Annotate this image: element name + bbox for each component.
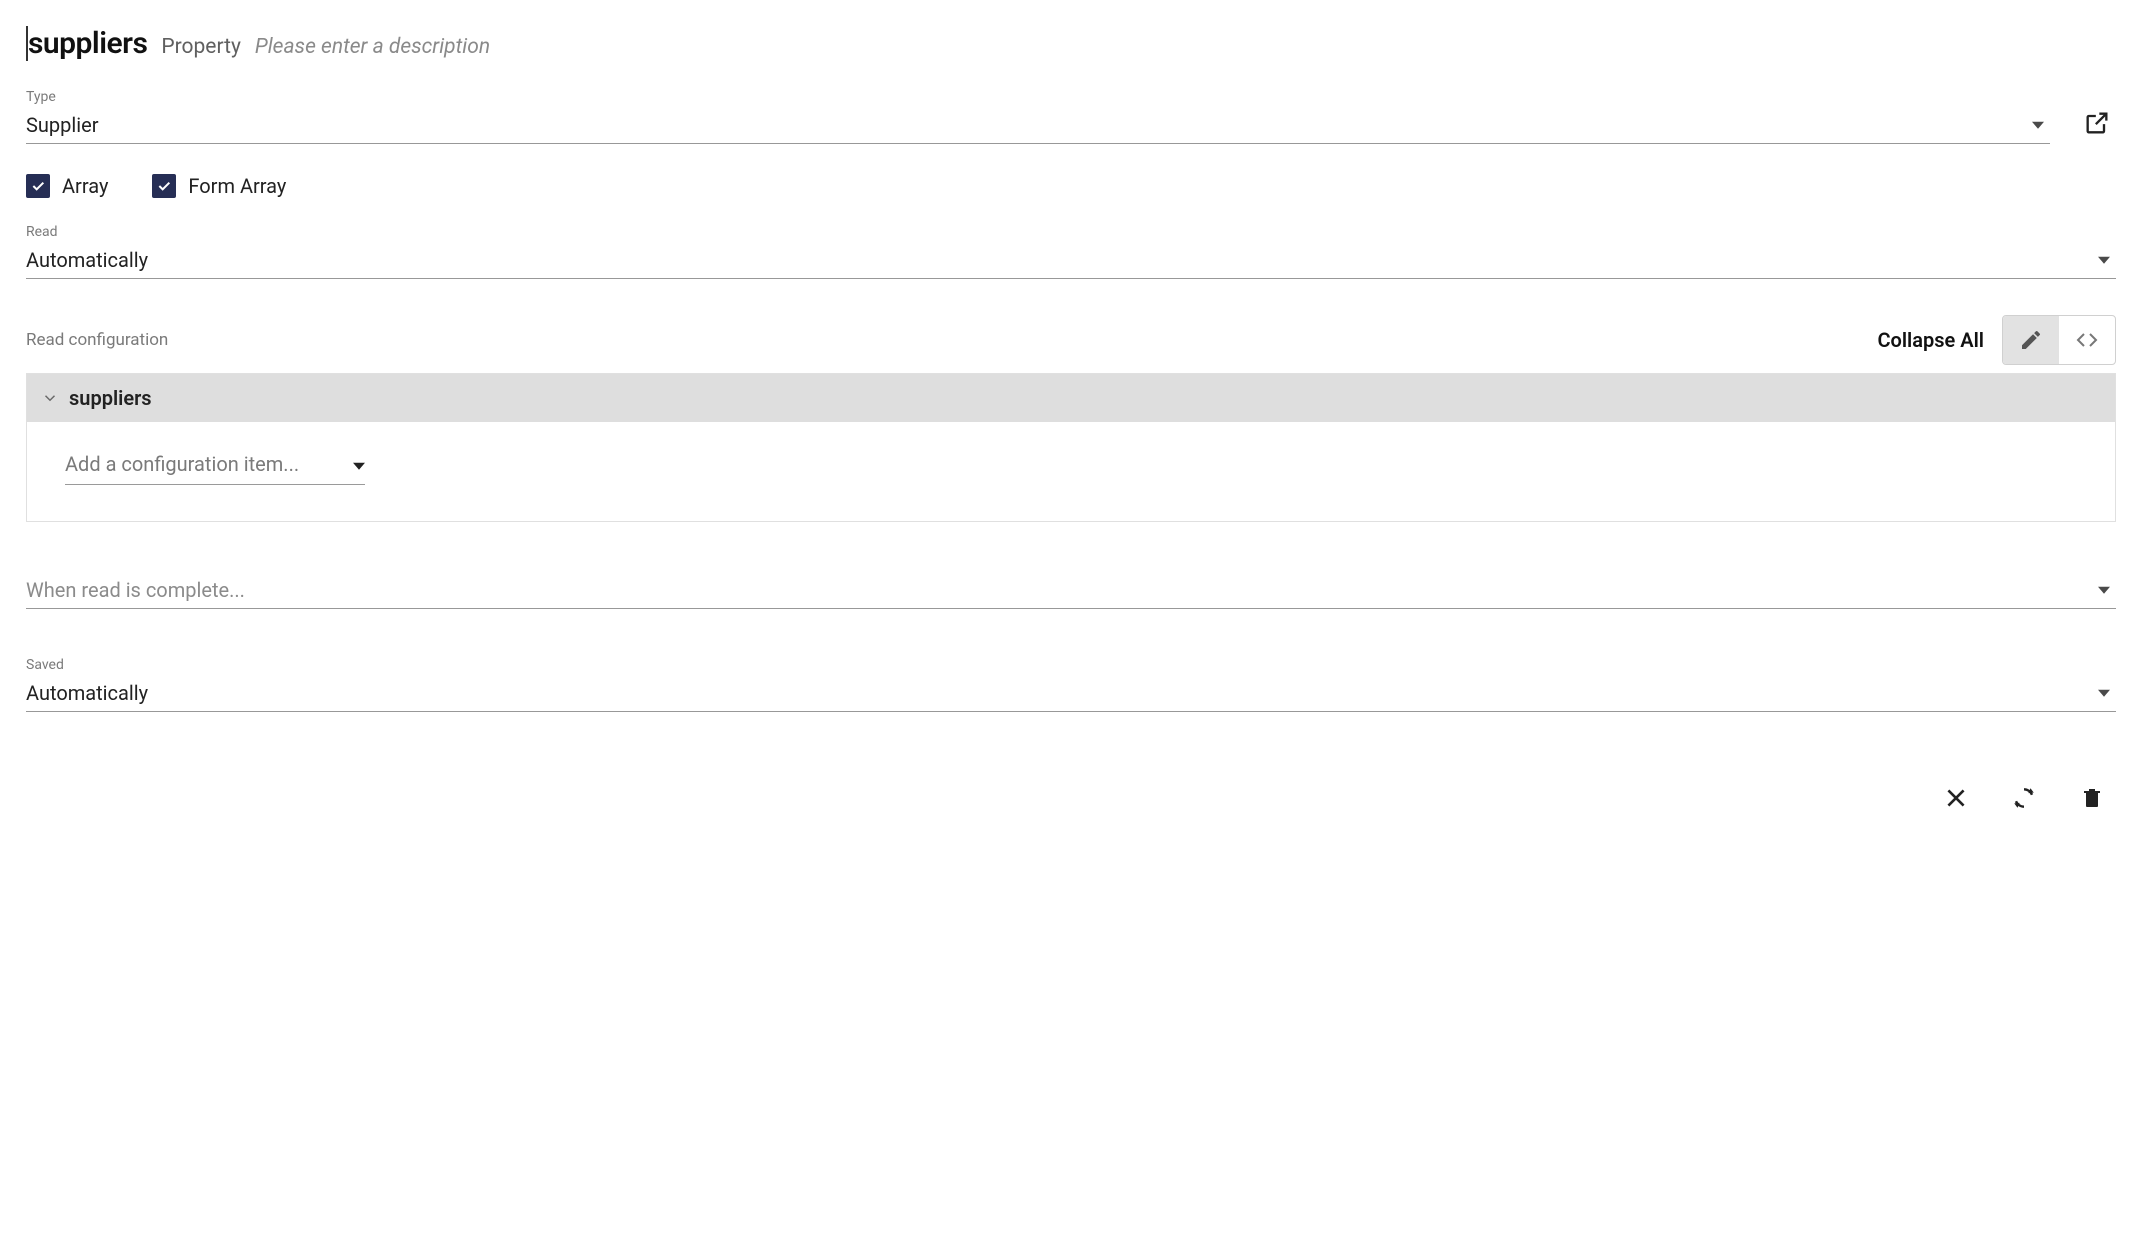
config-node-body: Add a configuration item...: [27, 422, 2115, 521]
config-node-title: suppliers: [69, 386, 152, 410]
read-field: Read Automatically: [26, 224, 2116, 279]
read-config-label: Read configuration: [26, 330, 168, 350]
chevron-down-icon: [41, 389, 59, 407]
type-value: Supplier: [26, 113, 98, 137]
checkbox-checked-icon: [152, 174, 176, 198]
read-select[interactable]: Automatically: [26, 244, 2116, 279]
pencil-icon: [2019, 328, 2043, 352]
code-icon: [2075, 328, 2099, 352]
view-mode-toggle: [2002, 315, 2116, 365]
delete-button[interactable]: [2076, 782, 2108, 814]
type-field: Type Supplier: [26, 89, 2050, 144]
formarray-checkbox-label: Form Array: [188, 174, 286, 198]
collapse-all-button[interactable]: Collapse All: [1877, 328, 1984, 352]
checkbox-row: Array Form Array: [26, 174, 2116, 198]
page-header: suppliers Property Please enter a descri…: [26, 26, 2116, 61]
checkbox-checked-icon: [26, 174, 50, 198]
when-complete-field: When read is complete...: [26, 574, 2116, 609]
config-node-header[interactable]: suppliers: [27, 374, 2115, 422]
saved-label: Saved: [26, 657, 2116, 673]
type-label: Type: [26, 89, 2050, 105]
action-bar: [26, 782, 2116, 814]
open-in-new-icon: [2083, 109, 2111, 137]
array-checkbox-label: Array: [62, 174, 108, 198]
when-complete-placeholder: When read is complete...: [26, 578, 245, 602]
open-type-button[interactable]: [2078, 104, 2116, 142]
caret-down-icon: [2032, 122, 2044, 129]
caret-down-icon: [2098, 257, 2110, 264]
trash-icon: [2080, 786, 2104, 810]
saved-field: Saved Automatically: [26, 657, 2116, 712]
caret-down-icon: [2098, 587, 2110, 594]
type-select[interactable]: Supplier: [26, 109, 2050, 144]
caret-down-icon: [2098, 690, 2110, 697]
close-button[interactable]: [1940, 782, 1972, 814]
when-complete-select[interactable]: When read is complete...: [26, 574, 2116, 609]
add-config-item-select[interactable]: Add a configuration item...: [65, 450, 365, 485]
type-row: Type Supplier: [26, 89, 2116, 144]
add-config-item-placeholder: Add a configuration item...: [65, 452, 299, 476]
property-name[interactable]: suppliers: [26, 26, 147, 61]
saved-value: Automatically: [26, 681, 148, 705]
read-config-header: Read configuration Collapse All: [26, 315, 2116, 365]
description-placeholder[interactable]: Please enter a description: [255, 35, 490, 59]
property-kind: Property: [161, 35, 241, 59]
saved-select[interactable]: Automatically: [26, 677, 2116, 712]
refresh-button[interactable]: [2008, 782, 2040, 814]
formarray-checkbox[interactable]: Form Array: [152, 174, 286, 198]
refresh-icon: [2011, 785, 2037, 811]
edit-mode-button[interactable]: [2003, 316, 2059, 364]
array-checkbox[interactable]: Array: [26, 174, 108, 198]
code-mode-button[interactable]: [2059, 316, 2115, 364]
read-value: Automatically: [26, 248, 148, 272]
read-config-panel: suppliers Add a configuration item...: [26, 373, 2116, 522]
read-label: Read: [26, 224, 2116, 240]
caret-down-icon: [353, 463, 365, 470]
close-icon: [1943, 785, 1969, 811]
